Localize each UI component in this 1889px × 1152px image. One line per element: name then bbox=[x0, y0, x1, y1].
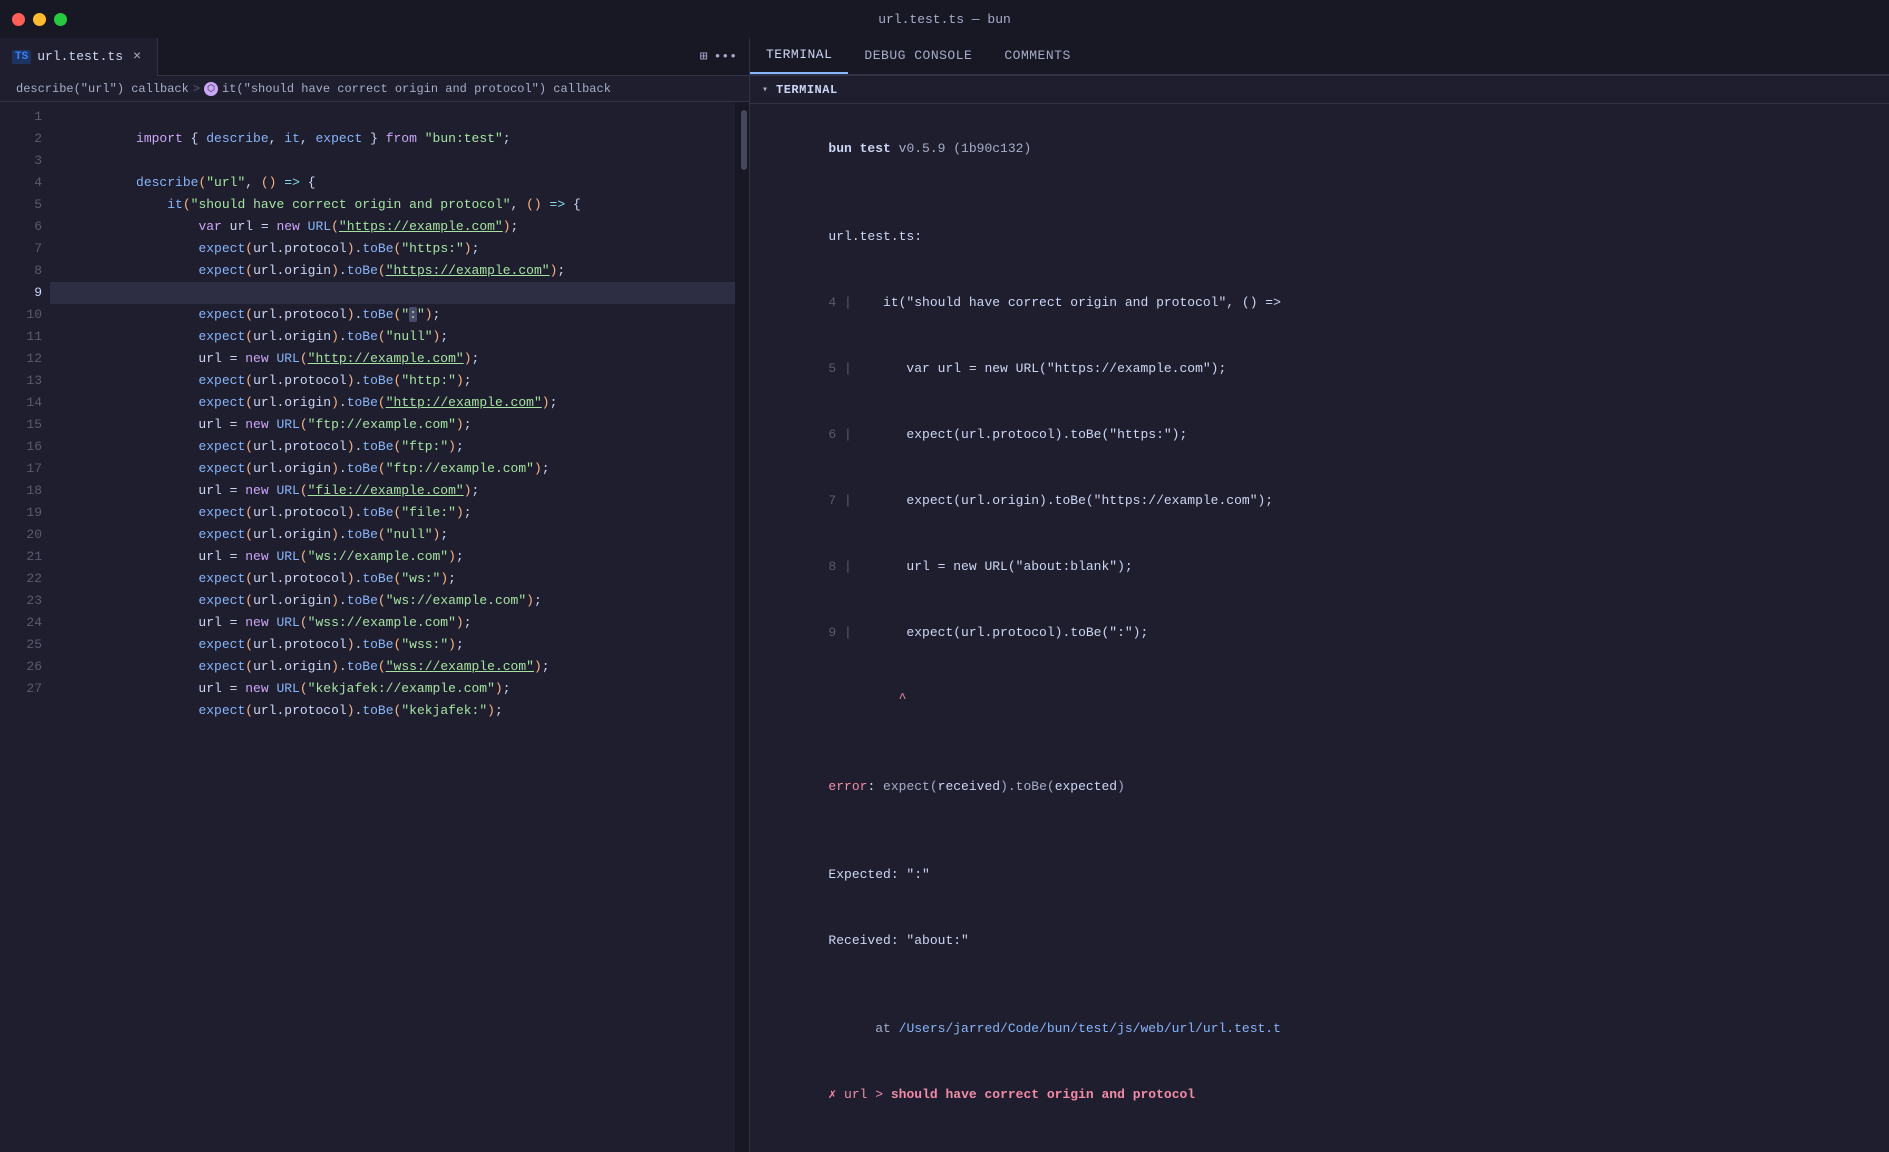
code-line: expect(url.protocol).toBe("kekjafek:"); bbox=[50, 678, 735, 700]
close-button[interactable] bbox=[12, 13, 25, 26]
terminal-header-label: TERMINAL bbox=[776, 83, 838, 97]
breadcrumb-part-1: describe("url") callback bbox=[16, 82, 189, 96]
code-line: expect(url.protocol).toBe("https:"); bbox=[50, 216, 735, 238]
code-line-active: expect(url.protocol).toBe(":"); bbox=[50, 282, 735, 304]
terminal-line bbox=[766, 974, 1873, 996]
editor-pane: TS url.test.ts × ⊞ ••• describe("url") c… bbox=[0, 38, 750, 1152]
code-line: url = new URL("file://example.com"); bbox=[50, 458, 735, 480]
code-line: expect(url.origin).toBe("https://example… bbox=[50, 238, 735, 260]
window-title: url.test.ts — bun bbox=[878, 12, 1011, 27]
split-editor-icon[interactable]: ⊞ bbox=[700, 49, 708, 64]
code-line: url = new URL("ws://example.com"); bbox=[50, 524, 735, 546]
terminal-line: 4 | it("should have correct origin and p… bbox=[766, 270, 1873, 336]
code-line: expect(url.protocol).toBe("ftp:"); bbox=[50, 414, 735, 436]
code-line: url = new URL("about:blank"); bbox=[50, 260, 735, 282]
code-line: expect(url.origin).toBe("wss://example.c… bbox=[50, 634, 735, 656]
terminal-line: 8 | url = new URL("about:blank"); bbox=[766, 534, 1873, 600]
more-options-icon[interactable]: ••• bbox=[714, 49, 737, 64]
breadcrumb: describe("url") callback > ⬡ it("should … bbox=[0, 76, 749, 102]
terminal-content[interactable]: bun test v0.5.9 (1b90c132) url.test.ts: … bbox=[750, 104, 1889, 1152]
code-line: url = new URL("wss://example.com"); bbox=[50, 590, 735, 612]
title-bar: url.test.ts — bun bbox=[0, 0, 1889, 38]
tab-filename: url.test.ts bbox=[37, 49, 123, 64]
traffic-lights bbox=[12, 13, 67, 26]
terminal-caret-line: ^ bbox=[766, 666, 1873, 732]
code-area: 1 2 3 4 5 6 7 8 9 10 11 12 13 14 15 16 1… bbox=[0, 102, 749, 1152]
terminal-received-line: Received: "about:" bbox=[766, 908, 1873, 974]
terminal-skip-line: - url > should work with blob urls bbox=[766, 1128, 1873, 1152]
code-line bbox=[50, 128, 735, 150]
terminal-line bbox=[766, 820, 1873, 842]
code-line: expect(url.origin).toBe("ws://example.co… bbox=[50, 568, 735, 590]
code-line: expect(url.origin).toBe("http://example.… bbox=[50, 370, 735, 392]
terminal-expected-line: Expected: ":" bbox=[766, 842, 1873, 908]
terminal-arrow-icon: ▾ bbox=[762, 84, 768, 96]
terminal-sub-header: ▾ TERMINAL bbox=[750, 76, 1889, 104]
terminal-line: url.test.ts: bbox=[766, 204, 1873, 270]
terminal-line: 9 | expect(url.protocol).toBe(":"); bbox=[766, 600, 1873, 666]
maximize-button[interactable] bbox=[54, 13, 67, 26]
terminal-line: 7 | expect(url.origin).toBe("https://exa… bbox=[766, 468, 1873, 534]
terminal-error-line: error: expect(received).toBe(expected) bbox=[766, 754, 1873, 820]
code-content: import { describe, it, expect } from "bu… bbox=[50, 102, 735, 1152]
code-line: it("should have correct origin and proto… bbox=[50, 172, 735, 194]
terminal-fail-line: ✗ url > should have correct origin and p… bbox=[766, 1062, 1873, 1128]
tab-debug-console[interactable]: DEBUG CONSOLE bbox=[848, 36, 988, 74]
tab-close-button[interactable]: × bbox=[129, 49, 145, 65]
breadcrumb-icon: ⬡ bbox=[204, 82, 218, 96]
code-line: describe("url", () => { bbox=[50, 150, 735, 172]
panel-tabs: TERMINAL DEBUG CONSOLE COMMENTS bbox=[750, 38, 1889, 76]
code-line: expect(url.origin).toBe("ftp://example.c… bbox=[50, 436, 735, 458]
ts-badge: TS bbox=[12, 50, 31, 64]
terminal-pane: TERMINAL DEBUG CONSOLE COMMENTS ▾ TERMIN… bbox=[750, 38, 1889, 1152]
terminal-line bbox=[766, 182, 1873, 204]
terminal-at-line: at /Users/jarred/Code/bun/test/js/web/ur… bbox=[766, 996, 1873, 1062]
tab-comments[interactable]: COMMENTS bbox=[988, 36, 1086, 74]
terminal-line: 5 | var url = new URL("https://example.c… bbox=[766, 336, 1873, 402]
scroll-indicator[interactable] bbox=[735, 102, 749, 1152]
code-line: expect(url.origin).toBe("null"); bbox=[50, 304, 735, 326]
code-line: url = new URL("http://example.com"); bbox=[50, 326, 735, 348]
code-line: import { describe, it, expect } from "bu… bbox=[50, 106, 735, 128]
breadcrumb-sep-1: > bbox=[193, 82, 200, 96]
breadcrumb-part-2: it("should have correct origin and proto… bbox=[222, 82, 611, 96]
terminal-line bbox=[766, 732, 1873, 754]
code-line: var url = new URL("https://example.com")… bbox=[50, 194, 735, 216]
code-line: expect(url.protocol).toBe("http:"); bbox=[50, 348, 735, 370]
code-line: url = new URL("ftp://example.com"); bbox=[50, 392, 735, 414]
tab-terminal[interactable]: TERMINAL bbox=[750, 36, 848, 74]
terminal-line: bun test v0.5.9 (1b90c132) bbox=[766, 116, 1873, 182]
terminal-line: 6 | expect(url.protocol).toBe("https:"); bbox=[766, 402, 1873, 468]
line-numbers: 1 2 3 4 5 6 7 8 9 10 11 12 13 14 15 16 1… bbox=[0, 102, 50, 1152]
tab-bar: TS url.test.ts × ⊞ ••• bbox=[0, 38, 749, 76]
tab-icons: ⊞ ••• bbox=[700, 49, 749, 64]
code-line: expect(url.origin).toBe("null"); bbox=[50, 502, 735, 524]
code-line: expect(url.protocol).toBe("ws:"); bbox=[50, 546, 735, 568]
active-tab[interactable]: TS url.test.ts × bbox=[0, 38, 158, 76]
code-line: expect(url.protocol).toBe("wss:"); bbox=[50, 612, 735, 634]
code-line: expect(url.protocol).toBe("file:"); bbox=[50, 480, 735, 502]
minimize-button[interactable] bbox=[33, 13, 46, 26]
scroll-thumb[interactable] bbox=[741, 110, 747, 170]
code-line: url = new URL("kekjafek://example.com"); bbox=[50, 656, 735, 678]
main-container: TS url.test.ts × ⊞ ••• describe("url") c… bbox=[0, 38, 1889, 1152]
